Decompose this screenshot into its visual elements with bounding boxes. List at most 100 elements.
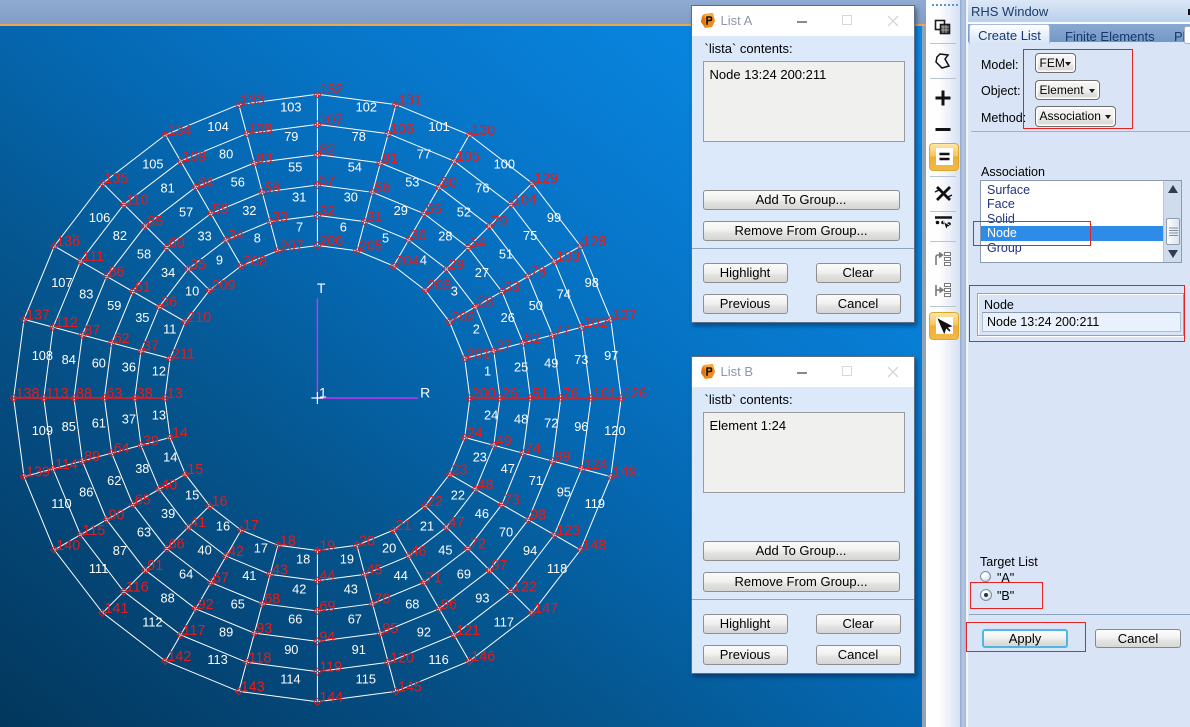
- svg-text:109: 109: [32, 423, 53, 438]
- svg-text:117: 117: [183, 623, 206, 639]
- svg-text:94: 94: [523, 543, 537, 558]
- svg-text:R: R: [420, 384, 430, 400]
- svg-text:30: 30: [344, 189, 358, 204]
- svg-text:54: 54: [348, 159, 362, 174]
- svg-text:101: 101: [428, 119, 449, 134]
- svg-text:60: 60: [169, 235, 185, 251]
- svg-text:76: 76: [475, 180, 489, 195]
- svg-text:82: 82: [113, 228, 127, 243]
- svg-text:14: 14: [163, 450, 177, 465]
- svg-text:79: 79: [492, 214, 508, 230]
- svg-text:91: 91: [352, 642, 366, 657]
- svg-text:21: 21: [396, 518, 412, 534]
- svg-text:109: 109: [183, 149, 207, 165]
- svg-text:99: 99: [555, 449, 571, 465]
- svg-text:59: 59: [107, 298, 121, 313]
- svg-text:96: 96: [574, 419, 588, 434]
- svg-text:19: 19: [340, 552, 354, 567]
- svg-text:124: 124: [584, 457, 608, 473]
- svg-text:20: 20: [382, 540, 396, 555]
- svg-text:110: 110: [51, 496, 71, 511]
- svg-text:51: 51: [532, 386, 548, 402]
- svg-text:55: 55: [288, 159, 302, 174]
- svg-text:45: 45: [367, 562, 383, 578]
- svg-text:18: 18: [296, 552, 310, 567]
- svg-text:70: 70: [499, 524, 513, 539]
- svg-text:107: 107: [51, 275, 72, 290]
- svg-text:84: 84: [62, 352, 76, 367]
- svg-text:70: 70: [375, 592, 391, 608]
- svg-text:24: 24: [484, 407, 498, 422]
- svg-text:95: 95: [382, 621, 398, 637]
- svg-text:8: 8: [254, 231, 261, 246]
- svg-text:201: 201: [467, 347, 491, 363]
- svg-text:7: 7: [296, 219, 303, 234]
- svg-text:100: 100: [494, 157, 515, 172]
- svg-text:37: 37: [122, 411, 136, 426]
- svg-text:120: 120: [604, 423, 625, 438]
- svg-text:38: 38: [137, 386, 153, 402]
- svg-text:126: 126: [623, 386, 647, 402]
- svg-text:71: 71: [529, 473, 543, 488]
- svg-text:21: 21: [420, 518, 434, 533]
- svg-text:138: 138: [16, 386, 40, 402]
- svg-text:102: 102: [356, 99, 377, 114]
- svg-text:87: 87: [113, 543, 127, 558]
- svg-text:86: 86: [79, 484, 93, 499]
- svg-text:135: 135: [105, 171, 129, 187]
- svg-text:132: 132: [319, 82, 343, 98]
- svg-text:53: 53: [405, 175, 419, 190]
- svg-text:52: 52: [457, 205, 471, 220]
- svg-text:33: 33: [198, 229, 212, 244]
- svg-text:112: 112: [55, 315, 78, 331]
- svg-text:62: 62: [114, 331, 130, 347]
- svg-text:72: 72: [470, 537, 486, 553]
- svg-text:49: 49: [544, 356, 558, 371]
- svg-text:36: 36: [161, 295, 177, 311]
- svg-text:208: 208: [243, 254, 267, 270]
- svg-text:102: 102: [584, 315, 608, 331]
- svg-text:114: 114: [280, 672, 300, 687]
- svg-text:81: 81: [161, 180, 175, 195]
- svg-text:28: 28: [438, 229, 452, 244]
- svg-text:146: 146: [471, 649, 495, 665]
- svg-text:121: 121: [456, 623, 480, 639]
- svg-text:140: 140: [56, 538, 80, 554]
- svg-text:115: 115: [83, 523, 106, 539]
- svg-text:74: 74: [525, 441, 541, 457]
- svg-text:34: 34: [161, 265, 175, 280]
- svg-text:114: 114: [55, 457, 78, 473]
- svg-text:71: 71: [426, 571, 442, 587]
- svg-text:133: 133: [241, 93, 265, 109]
- svg-text:44: 44: [319, 569, 335, 585]
- svg-text:10: 10: [185, 284, 199, 299]
- svg-text:104: 104: [513, 193, 537, 209]
- svg-text:144: 144: [319, 690, 343, 706]
- svg-text:111: 111: [83, 249, 105, 265]
- svg-text:90: 90: [284, 642, 298, 657]
- svg-text:55: 55: [426, 202, 442, 218]
- svg-text:42: 42: [292, 582, 306, 597]
- svg-text:47: 47: [501, 461, 515, 476]
- svg-text:5: 5: [382, 231, 389, 246]
- svg-text:42: 42: [228, 544, 244, 560]
- svg-text:53: 53: [504, 280, 520, 296]
- svg-text:61: 61: [92, 415, 106, 430]
- svg-text:4: 4: [420, 253, 427, 268]
- svg-text:43: 43: [272, 562, 288, 578]
- svg-text:72: 72: [544, 415, 558, 430]
- svg-text:116: 116: [126, 580, 149, 596]
- svg-text:129: 129: [534, 171, 558, 187]
- svg-text:16: 16: [216, 518, 230, 533]
- svg-text:26: 26: [502, 386, 518, 402]
- svg-text:141: 141: [105, 601, 129, 617]
- svg-text:59: 59: [213, 202, 229, 218]
- svg-text:88: 88: [76, 386, 92, 402]
- svg-text:118: 118: [547, 561, 567, 576]
- svg-text:94: 94: [319, 629, 335, 645]
- svg-text:40: 40: [198, 542, 212, 557]
- svg-text:143: 143: [241, 679, 265, 695]
- svg-text:76: 76: [563, 386, 579, 402]
- svg-text:107: 107: [319, 112, 343, 128]
- svg-text:57: 57: [179, 205, 193, 220]
